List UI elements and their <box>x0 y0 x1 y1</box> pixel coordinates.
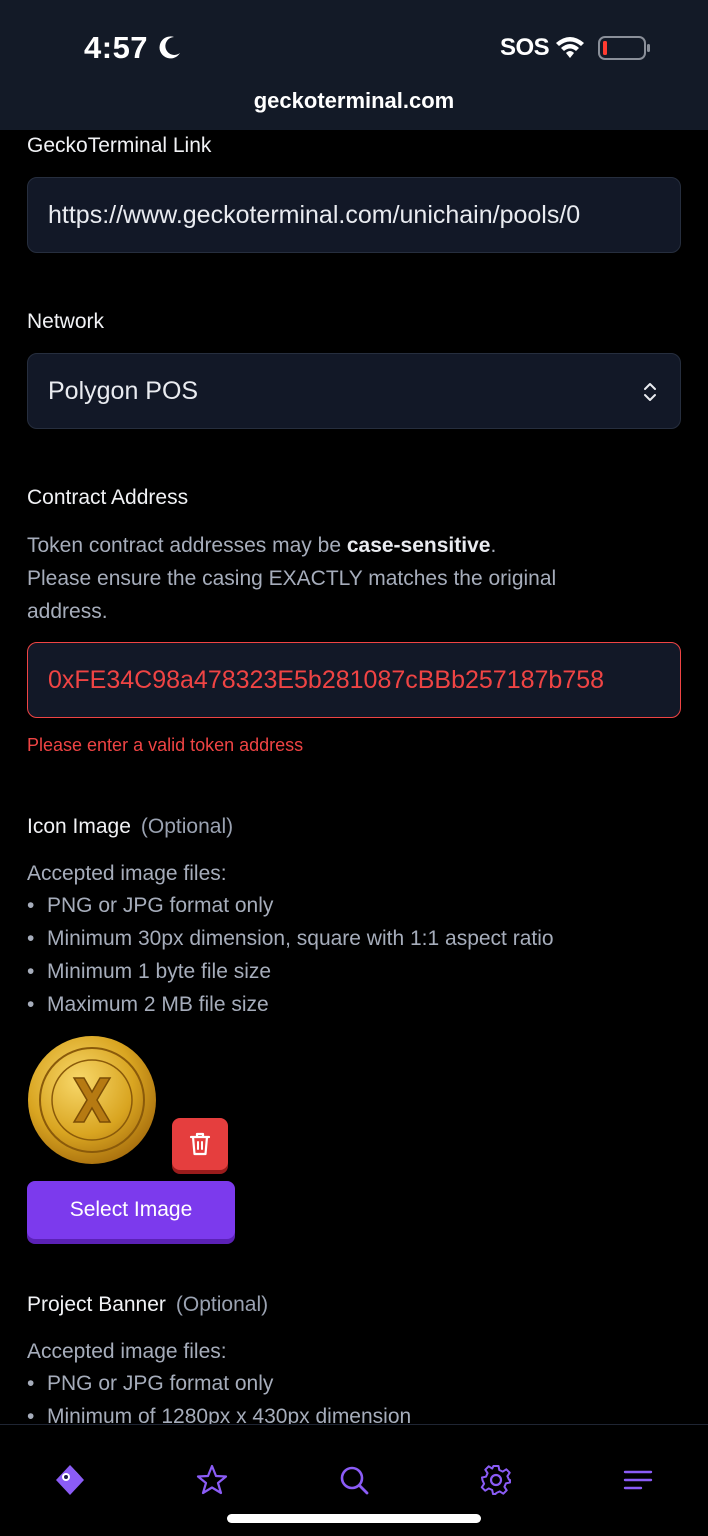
icon-rule-item: • PNG or JPG format only <box>27 894 274 917</box>
icon-rule-item: • Minimum 30px dimension, square with 1:1… <box>27 927 554 950</box>
menu-icon[interactable] <box>621 1463 655 1497</box>
status-carrier: SOS <box>500 34 550 61</box>
gecko-link-input[interactable]: https://www.geckoterminal.com/unichain/p… <box>27 177 681 253</box>
select-chevrons-icon <box>644 383 656 401</box>
contract-address-value: 0xFE34C98a478323E5b281087cBBb257187b758 <box>48 665 605 694</box>
gecko-logo-icon[interactable] <box>53 1463 87 1497</box>
select-image-button[interactable]: Select Image <box>27 1181 235 1239</box>
contract-help-line2: Please ensure the casing EXACTLY matches… <box>27 567 557 590</box>
banner-rule-item: • Minimum of 1280px x 430px dimension <box>27 1405 412 1424</box>
banner-accepted-title: Accepted image files: <box>27 1340 227 1363</box>
delete-image-button[interactable] <box>172 1118 228 1170</box>
contract-address-input[interactable]: 0xFE34C98a478323E5b281087cBBb257187b758 <box>27 642 681 718</box>
icon-rule-item: • Maximum 2 MB file size <box>27 993 269 1016</box>
status-time: 4:57 <box>84 30 149 65</box>
network-selected-value: Polygon POS <box>48 376 199 405</box>
trash-icon <box>189 1132 211 1156</box>
network-select[interactable]: Polygon POS <box>27 353 681 429</box>
home-indicator[interactable] <box>227 1514 481 1523</box>
project-banner-label: Project Banner (Optional) <box>27 1293 269 1316</box>
uploaded-icon-preview <box>28 1036 156 1164</box>
gecko-link-value: https://www.geckoterminal.com/unichain/p… <box>48 200 581 229</box>
network-label: Network <box>27 310 105 333</box>
contract-address-label: Contract Address <box>27 486 189 509</box>
battery-low-icon <box>598 36 650 60</box>
contract-address-error: Please enter a valid token address <box>27 735 304 755</box>
wifi-icon <box>556 37 584 58</box>
contract-help-line1: Token contract addresses may be case-sen… <box>27 534 497 557</box>
gear-icon[interactable] <box>479 1463 513 1497</box>
gecko-link-label: GeckoTerminal Link <box>27 134 212 157</box>
search-icon[interactable] <box>337 1463 371 1497</box>
icon-image-label: Icon Image (Optional) <box>27 815 234 838</box>
browser-top-bar: 4:57 SOS geckoterminal.com <box>0 0 708 130</box>
form-content: GeckoTerminal Link https://www.geckoterm… <box>0 130 708 1424</box>
moon-icon <box>159 36 180 59</box>
icon-accepted-title: Accepted image files: <box>27 862 227 885</box>
address-bar-url[interactable]: geckoterminal.com <box>0 88 708 114</box>
contract-help-line3: address. <box>27 600 108 623</box>
icon-image-optional: (Optional) <box>140 815 234 838</box>
icon-rule-item: • Minimum 1 byte file size <box>27 960 272 983</box>
star-icon[interactable] <box>195 1463 229 1497</box>
case-sensitive-emphasis: case-sensitive <box>346 534 491 557</box>
banner-rule-item: • PNG or JPG format only <box>27 1372 274 1395</box>
banner-optional: (Optional) <box>175 1293 269 1316</box>
